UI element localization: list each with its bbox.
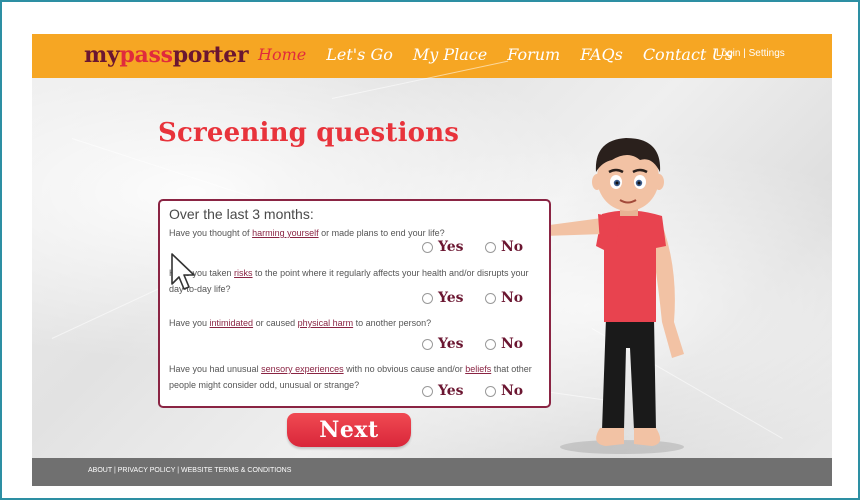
question-text-part: or made plans to end your life?: [318, 228, 445, 238]
no-label: No: [501, 383, 524, 399]
radio-circle-icon[interactable]: [485, 338, 496, 350]
no-label: No: [501, 336, 524, 352]
paper-crease: [71, 138, 282, 207]
content-area: Screening questions Over the last 3 mont…: [32, 60, 832, 458]
mouse-pointer-icon: [171, 253, 195, 290]
question-text-part: Have you had unusual: [169, 364, 262, 374]
radio-circle-icon[interactable]: [485, 241, 496, 253]
yes-label: Yes: [438, 290, 464, 306]
term-physical-harm-link[interactable]: physical harm: [298, 318, 354, 328]
q4-no-option[interactable]: No: [485, 383, 523, 399]
top-nav-bar: mypassporter Home Let's Go My Place Foru…: [32, 34, 832, 78]
footer-terms-link[interactable]: WEBSITE TERMS & CONDITIONS: [181, 467, 291, 474]
next-button-label: Next: [319, 417, 379, 443]
nav-faqs[interactable]: FAQs: [580, 45, 623, 64]
yes-label: Yes: [438, 239, 464, 255]
radio-circle-icon[interactable]: [422, 292, 433, 304]
footer-about-link[interactable]: ABOUT: [88, 467, 112, 474]
login-link[interactable]: Login: [716, 48, 740, 59]
nav-lets-go[interactable]: Let's Go: [326, 45, 393, 64]
logo-part-pass: pass: [119, 42, 173, 68]
term-intimidated-link[interactable]: intimidated: [210, 318, 254, 328]
q1-no-option[interactable]: No: [485, 239, 523, 255]
q3-yes-option[interactable]: Yes: [422, 336, 464, 352]
question-text-part: Have you thought of: [169, 228, 253, 238]
question-text-part: Have you: [169, 318, 210, 328]
term-risks-link[interactable]: risks: [234, 268, 253, 278]
site-footer: ABOUT | PRIVACY POLICY | WEBSITE TERMS &…: [32, 458, 832, 486]
radio-circle-icon[interactable]: [422, 385, 433, 397]
term-harming-yourself-link[interactable]: harming yourself: [252, 228, 319, 238]
card-heading: Over the last 3 months:: [169, 206, 314, 222]
q1-yes-option[interactable]: Yes: [422, 239, 464, 255]
q3-no-option[interactable]: No: [485, 336, 523, 352]
question-3-text: Have you intimidated or caused physical …: [169, 315, 541, 331]
settings-link[interactable]: Settings: [749, 48, 785, 59]
no-label: No: [501, 290, 524, 306]
screening-questions-card: Over the last 3 months: Have you thought…: [158, 199, 551, 408]
no-label: No: [501, 239, 524, 255]
nav-forum[interactable]: Forum: [507, 45, 560, 64]
term-sensory-experiences-link[interactable]: sensory experiences: [261, 364, 344, 374]
site-logo[interactable]: mypassporter: [84, 42, 249, 68]
question-text-part: with no obvious cause and/or: [343, 364, 466, 374]
logo-part-my: my: [84, 42, 120, 68]
logo-part-porter: porter: [172, 42, 249, 68]
yes-label: Yes: [438, 383, 464, 399]
nav-home[interactable]: Home: [258, 45, 306, 64]
radio-circle-icon[interactable]: [422, 338, 433, 350]
next-button[interactable]: Next: [287, 413, 411, 447]
nav-my-place[interactable]: My Place: [413, 45, 487, 64]
footer-privacy-link[interactable]: PRIVACY POLICY: [118, 467, 176, 474]
radio-circle-icon[interactable]: [485, 292, 496, 304]
radio-circle-icon[interactable]: [422, 241, 433, 253]
account-links: Login | Settings: [716, 48, 785, 59]
question-text-part: or caused: [253, 318, 298, 328]
q2-yes-option[interactable]: Yes: [422, 290, 464, 306]
screenshot-frame: mypassporter Home Let's Go My Place Foru…: [0, 0, 860, 500]
page-title: Screening questions: [158, 118, 460, 148]
radio-circle-icon[interactable]: [485, 385, 496, 397]
q4-yes-option[interactable]: Yes: [422, 383, 464, 399]
website: mypassporter Home Let's Go My Place Foru…: [32, 34, 832, 486]
term-beliefs-link[interactable]: beliefs: [465, 364, 491, 374]
footer-links: ABOUT | PRIVACY POLICY | WEBSITE TERMS &…: [88, 467, 291, 474]
question-text-part: to another person?: [353, 318, 432, 328]
q2-no-option[interactable]: No: [485, 290, 523, 306]
yes-label: Yes: [438, 336, 464, 352]
separator: |: [740, 48, 749, 59]
